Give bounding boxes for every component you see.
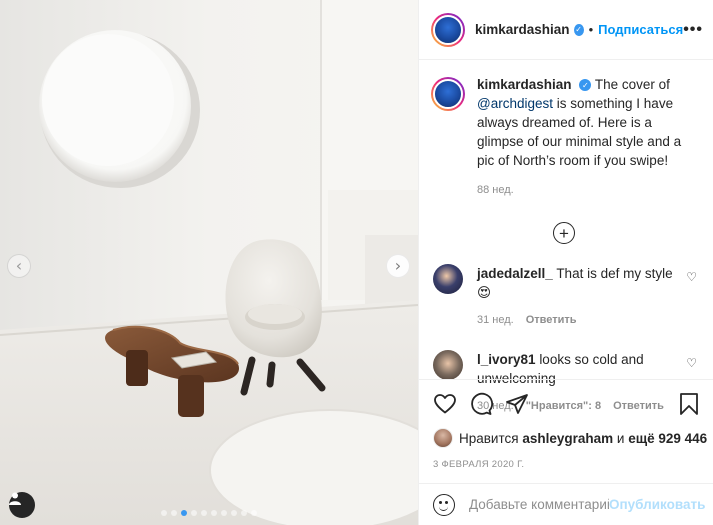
like-comment-heart-icon[interactable]: ♡ (686, 356, 697, 370)
carousel-dot (221, 510, 227, 516)
commenter-username[interactable]: jadedalzell_ (477, 266, 553, 281)
caption-text: kimkardashian ✓ The cover of @archdigest… (477, 75, 697, 170)
likes-conjunction: и (616, 430, 625, 446)
carousel-dot (171, 510, 177, 516)
load-more-comments-button[interactable]: + (553, 222, 575, 244)
comments-section: kimkardashian ✓ The cover of @archdigest… (419, 61, 713, 412)
post-comment-button[interactable]: Опубликовать (609, 497, 705, 512)
post-side-panel: kimkardashian ✓ • Подписаться ••• kimkar… (418, 0, 713, 525)
likes-others-count[interactable]: ещё 929 446 (628, 431, 707, 446)
chevron-right-icon: › (394, 256, 402, 275)
more-options-icon[interactable]: ••• (683, 21, 703, 39)
like-heart-icon[interactable] (433, 392, 457, 416)
like-comment-heart-icon[interactable]: ♡ (686, 270, 697, 284)
likes-prefix: Нравится (459, 430, 519, 446)
comment-bubble-icon[interactable] (469, 392, 493, 416)
header-separator: • (588, 22, 594, 37)
save-bookmark-icon[interactable] (677, 392, 701, 416)
post-actions-bar (419, 379, 713, 427)
carousel-dot (231, 510, 237, 516)
room-photo-image (0, 0, 418, 525)
caption-timestamp: 88 нед. (477, 184, 514, 196)
carousel-dot (181, 510, 187, 516)
comment-item: jadedalzell_ That is def my style 😍 31 н… (431, 264, 697, 330)
comment-input[interactable] (469, 497, 609, 512)
caption-text-before: The cover of (594, 77, 670, 92)
post-date: 3 ФЕВРАЛЯ 2020 Г. (433, 459, 525, 470)
caption-verified-badge-icon: ✓ (579, 79, 592, 92)
commenter-username[interactable]: l_ivory81 (477, 352, 536, 367)
share-send-icon[interactable] (505, 392, 529, 416)
previous-photo-button[interactable]: ‹ (7, 254, 31, 278)
caption-author-avatar[interactable] (431, 77, 465, 111)
carousel-indicator (0, 510, 418, 516)
likes-summary: Нравится ashleygraham и ещё 929 446 (433, 428, 707, 448)
plus-circle-icon: + (559, 223, 569, 243)
caption-mention-link[interactable]: @archdigest (477, 96, 553, 111)
reply-button[interactable]: Ответить (526, 311, 577, 330)
carousel-dot (211, 510, 217, 516)
carousel-dot (201, 510, 207, 516)
commenter-avatar[interactable] (433, 350, 463, 380)
author-username[interactable]: kimkardashian (475, 22, 570, 37)
follow-button[interactable]: Подписаться (598, 22, 683, 37)
carousel-dot (161, 510, 167, 516)
post-photo[interactable]: ‹ › (0, 0, 418, 525)
caption-username[interactable]: kimkardashian (477, 77, 572, 92)
carousel-dot (191, 510, 197, 516)
carousel-dot (241, 510, 247, 516)
user-icon (9, 492, 21, 505)
post-header: kimkardashian ✓ • Подписаться ••• (419, 0, 713, 60)
comment-timestamp: 31 нед. (477, 314, 514, 326)
chevron-left-icon: ‹ (15, 256, 23, 275)
carousel-dot (251, 510, 257, 516)
commenter-avatar[interactable] (433, 264, 463, 294)
next-photo-button[interactable]: › (386, 254, 410, 278)
add-comment-bar: Опубликовать (419, 483, 713, 525)
liker-username[interactable]: ashleygraham (522, 431, 613, 446)
liker-avatar[interactable] (433, 428, 453, 448)
emoji-smiley-icon[interactable] (433, 493, 455, 516)
caption: kimkardashian ✓ The cover of @archdigest… (431, 75, 697, 200)
verified-badge-icon: ✓ (573, 23, 584, 36)
author-avatar[interactable] (431, 12, 465, 47)
